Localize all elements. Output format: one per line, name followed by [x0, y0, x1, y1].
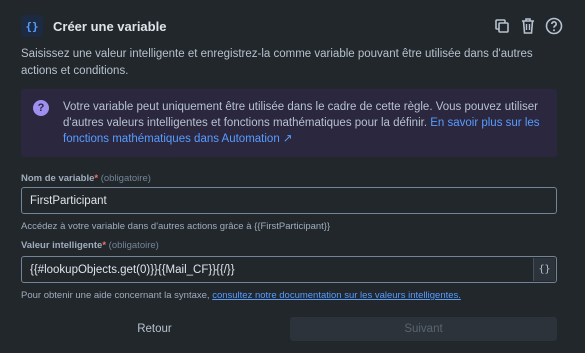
smart-value-text: {{#lookupObjects.get(0)}}{{Mail_CF}}{{/}… [30, 263, 235, 276]
variable-name-helper: Accédez à votre variable dans d'autres a… [21, 221, 331, 232]
header-actions [492, 16, 564, 36]
back-button[interactable]: Retour [21, 317, 288, 341]
copy-icon[interactable] [492, 16, 512, 36]
optional-text: (obligatoire) [100, 173, 151, 184]
variable-name-input[interactable]: FirstParticipant [21, 187, 557, 214]
smart-value-label: Valeur intelligente* (obligatoire) [21, 240, 159, 251]
smart-value-helper-text: Pour obtenir une aide concernant la synt… [21, 290, 210, 301]
smart-value-helper: Pour obtenir une aide concernant la synt… [21, 290, 461, 301]
smart-value-label-text: Valeur intelligente [21, 240, 103, 251]
panel-description: Saisissez une valeur intelligente et enr… [21, 48, 533, 77]
insert-smart-value-button[interactable]: {} [533, 258, 555, 281]
trash-icon[interactable] [518, 16, 538, 36]
smart-value-input[interactable]: {{#lookupObjects.get(0)}}{{Mail_CF}}{{/}… [21, 256, 557, 283]
variable-name-label: Nom de variable* (obligatoire) [21, 173, 151, 184]
optional-text: (obligatoire) [108, 240, 159, 251]
question-icon: ? [33, 100, 49, 116]
smart-values-doc-link[interactable]: consultez notre documentation sur les va… [212, 290, 461, 301]
help-icon[interactable] [544, 16, 564, 36]
info-banner: ? Votre variable peut uniquement être ut… [21, 89, 557, 157]
panel-title: Créer une variable [53, 18, 167, 34]
variable-name-label-text: Nom de variable [21, 173, 95, 184]
create-variable-panel: {} Créer une variable Saisissez une vale… [5, 4, 580, 349]
curly-braces-icon: {} [21, 15, 43, 37]
panel-header: {} Créer une variable [21, 14, 564, 38]
required-mark: * [94, 173, 99, 184]
required-mark: * [102, 240, 107, 251]
next-button[interactable]: Suivant [290, 317, 557, 341]
